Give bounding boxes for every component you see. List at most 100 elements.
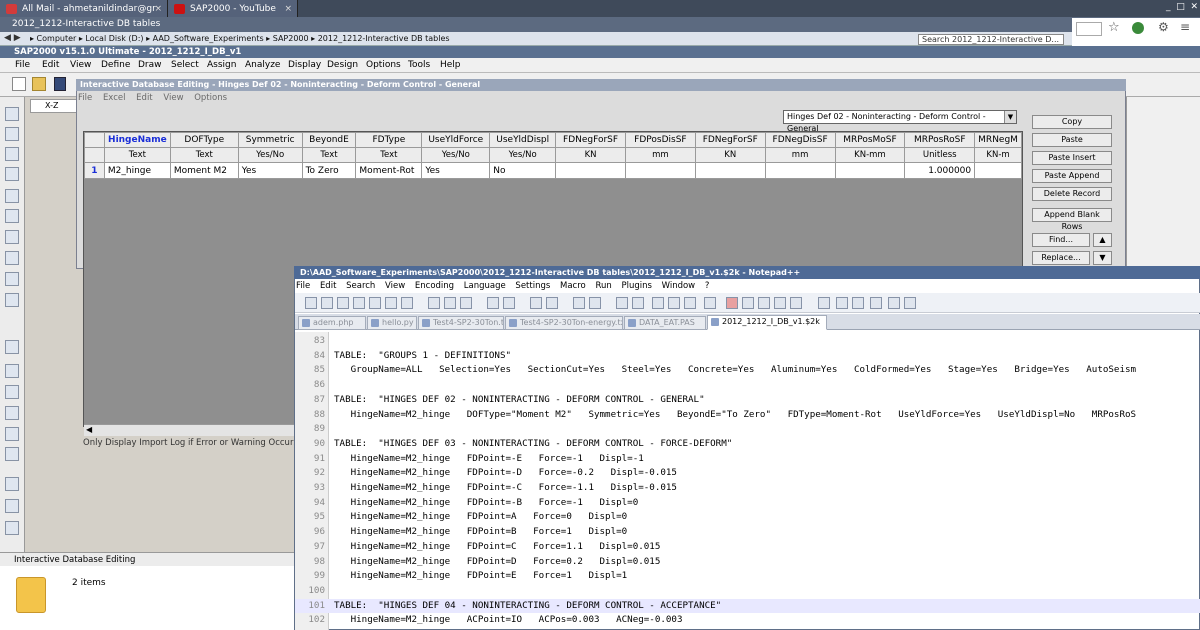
menu-view[interactable]: View (70, 58, 91, 73)
menu-options[interactable]: Options (366, 58, 401, 73)
close-icon[interactable]: × (284, 0, 292, 18)
np-menu-plugins[interactable]: Plugins (621, 281, 651, 291)
col-header[interactable]: HingeName (103, 132, 171, 148)
snap-perp-icon[interactable] (5, 406, 19, 420)
find-icon[interactable] (530, 297, 542, 309)
menu-display[interactable]: Display (288, 58, 321, 73)
table-cell[interactable]: Moment M2 (169, 162, 239, 179)
code-line[interactable]: HingeName=M2_hinge FDPoint=D Force=0.2 D… (334, 556, 661, 567)
col-header[interactable]: MRPosMoSF (834, 132, 906, 148)
np-menu-help[interactable]: ? (705, 281, 710, 291)
row-number[interactable]: 1 (84, 162, 105, 179)
np-tab[interactable]: Test4-SP2-30Ton-energy.txt (505, 316, 623, 330)
star-icon[interactable]: ☆ (1108, 20, 1120, 35)
np-menu-search[interactable]: Search (346, 281, 375, 291)
menu-tools[interactable]: Tools (408, 58, 430, 73)
browser-tab-youtube[interactable]: SAP2000 - YouTube × (168, 0, 298, 18)
pointer-icon[interactable] (5, 107, 19, 121)
menu-draw[interactable]: Draw (138, 58, 162, 73)
find-up-button[interactable]: ▲ (1093, 233, 1112, 247)
rect-area-icon[interactable] (5, 272, 19, 286)
code-editor[interactable]: 83 84 TABLE: "GROUPS 1 - DEFINITIONS" 85 Gr… (295, 332, 1200, 630)
table-cell[interactable]: M2_hinge (103, 162, 171, 179)
table-cell[interactable]: No (489, 162, 557, 179)
menu-select[interactable]: Select (171, 58, 199, 73)
find-down-button[interactable]: ▼ (1093, 251, 1112, 265)
arrow-up-icon[interactable] (836, 297, 848, 309)
table-cell[interactable] (834, 162, 906, 179)
view-tab-xz[interactable]: X-Z (30, 99, 78, 113)
quad-icon[interactable] (5, 293, 19, 307)
db-menu-edit[interactable]: Edit (136, 93, 152, 103)
menu-help[interactable]: Help (440, 58, 461, 73)
cut-icon[interactable] (428, 297, 440, 309)
frame-draw-icon[interactable] (5, 167, 19, 181)
record-macro-icon[interactable] (726, 297, 738, 309)
line-draw-icon[interactable] (5, 189, 19, 203)
chevron-down-icon[interactable]: ▼ (1004, 111, 1016, 123)
menu-analyze[interactable]: Analyze (245, 58, 280, 73)
col-header[interactable]: Symmetric (237, 132, 303, 148)
compare-icon[interactable] (870, 297, 882, 309)
code-line[interactable]: HingeName=M2_hinge FDPoint=A Force=0 Dis… (334, 511, 628, 522)
run-macro-multiple-icon[interactable] (774, 297, 786, 309)
db-menu-view[interactable]: View (163, 93, 183, 103)
code-line[interactable]: HingeName=M2_hinge FDPoint=-C Force=-1.1… (334, 482, 677, 493)
code-line[interactable]: HingeName=M2_hinge FDPoint=-E Force=-1 D… (334, 453, 644, 464)
menu-define[interactable]: Define (101, 58, 130, 73)
db-menu-file[interactable]: File (78, 93, 92, 103)
udl-icon[interactable] (704, 297, 716, 309)
code-line[interactable]: TABLE: "HINGES DEF 03 - NONINTERACTING -… (334, 438, 732, 449)
snap-icon[interactable] (5, 340, 19, 354)
code-line[interactable]: HingeName=M2_hinge FDPoint=C Force=1.1 D… (334, 541, 661, 552)
code-line[interactable]: TABLE: "HINGES DEF 04 - NONINTERACTING -… (334, 600, 721, 611)
menu-assign[interactable]: Assign (207, 58, 236, 73)
col-header[interactable]: FDNegForSF (694, 132, 766, 148)
table-cell[interactable]: To Zero (301, 162, 357, 179)
table-cell[interactable] (555, 162, 626, 179)
paste-icon[interactable] (460, 297, 472, 309)
table-cell[interactable]: Yes (237, 162, 303, 179)
close-icon[interactable]: × (154, 0, 162, 18)
save-icon[interactable] (54, 77, 66, 91)
col-header[interactable]: MRNegM (974, 132, 1022, 148)
menu-icon[interactable]: ≡ (1180, 20, 1190, 34)
save-macro-icon[interactable] (790, 297, 802, 309)
np-tab[interactable]: hello.py (367, 316, 417, 330)
np-menu-window[interactable]: Window (662, 281, 696, 291)
joint-tool-icon[interactable] (5, 127, 19, 141)
code-line[interactable]: HingeName=M2_hinge DOFType="Moment M2" S… (334, 409, 1136, 420)
code-line[interactable]: HingeName=M2_hinge ACPoint=IO ACPos=0.00… (334, 614, 683, 625)
table-cell[interactable] (974, 162, 1022, 179)
zoom-out-icon[interactable] (589, 297, 601, 309)
back-forward-icon[interactable]: ◀ ▶ (4, 33, 21, 43)
code-line[interactable]: HingeName=M2_hinge FDPoint=-D Force=-0.2… (334, 467, 677, 478)
cross-icon[interactable] (5, 209, 19, 223)
snap-mid-icon[interactable] (5, 364, 19, 378)
redo-icon[interactable] (503, 297, 515, 309)
menu-design[interactable]: Design (327, 58, 358, 73)
np-menu-edit[interactable]: Edit (320, 281, 336, 291)
append-blank-rows-button[interactable]: Append Blank Rows (1032, 208, 1112, 231)
code-line[interactable]: TABLE: "HINGES DEF 02 - NONINTERACTING -… (334, 394, 705, 405)
np-menu-macro[interactable]: Macro (560, 281, 586, 291)
sync-v-icon[interactable] (616, 297, 628, 309)
window-controls[interactable]: _ □ ✕ (1118, 2, 1198, 15)
code-line[interactable]: GroupName=ALL Selection=Yes SectionCut=Y… (334, 364, 1136, 375)
sync-h-icon[interactable] (632, 297, 644, 309)
col-header[interactable]: UseYldForce (421, 132, 491, 148)
play-macro-icon[interactable] (758, 297, 770, 309)
db-menu-options[interactable]: Options (194, 93, 227, 103)
col-header[interactable]: DOFType (169, 132, 239, 148)
poly-icon[interactable] (5, 251, 19, 265)
paste-button[interactable]: Paste (1032, 133, 1112, 147)
np-tab-active[interactable]: 2012_1212_I_DB_v1.$2k (707, 315, 827, 330)
paste-insert-button[interactable]: Paste Insert (1032, 151, 1112, 165)
save-all-icon[interactable] (353, 297, 365, 309)
table-cell[interactable]: Moment-Rot (355, 162, 423, 179)
table-cell[interactable]: 1.000000 (904, 162, 976, 179)
grid-icon[interactable] (5, 447, 19, 461)
copy-button[interactable]: Copy (1032, 115, 1112, 129)
col-header[interactable]: UseYldDispl (489, 132, 557, 148)
settings-icon[interactable] (904, 297, 916, 309)
